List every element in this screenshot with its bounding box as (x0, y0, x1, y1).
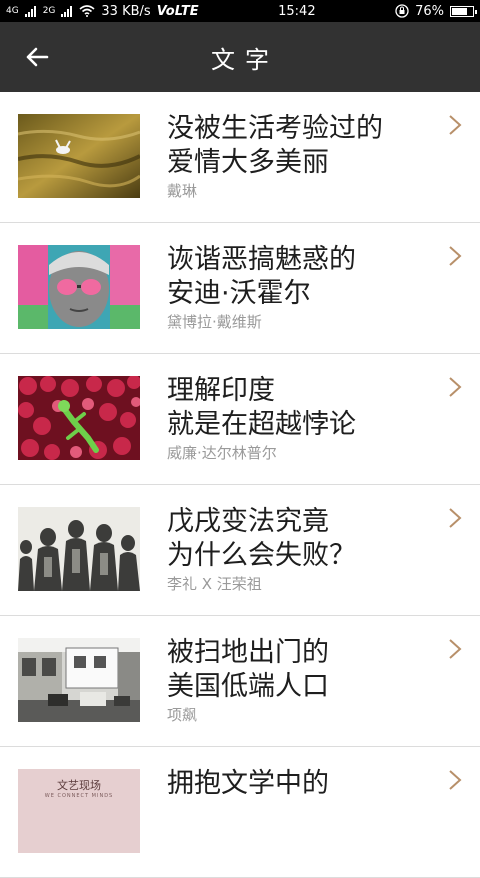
article-title: 没被生活考验过的 爱情大多美丽 (167, 113, 383, 178)
app-bar: 文字 (0, 22, 480, 92)
signal-icon (61, 5, 73, 17)
status-bar: 4G 2G 33 KB/s VoLTE 15:42 76% (0, 0, 480, 22)
status-right: 76% (395, 3, 477, 19)
article-thumbnail (18, 245, 140, 329)
article-author: 威廉·达尔林普尔 (167, 444, 277, 462)
article-title: 被扫地出门的 美国低端人口 (167, 637, 329, 702)
article-title: 戊戌变法究竟 为什么会失败？ (167, 506, 356, 571)
article-item[interactable]: 文艺现场 WE CONNECT MINDS 拥抱文学中的 (0, 747, 480, 878)
chevron-right-icon (449, 377, 462, 397)
battery-percent: 76% (415, 3, 444, 19)
article-item[interactable]: 没被生活考验过的 爱情大多美丽 戴琳 (0, 92, 480, 223)
article-title: 诙谐恶搞魅惑的 安迪·沃霍尔 (167, 244, 356, 309)
chevron-right-icon (449, 508, 462, 528)
article-thumbnail (18, 114, 140, 198)
status-left: 4G 2G 33 KB/s VoLTE (6, 4, 199, 19)
thumb-caption: 文艺现场 (57, 779, 101, 792)
volte-label: VoLTE (156, 3, 199, 19)
network-speed: 33 KB/s (101, 3, 151, 19)
arrow-left-icon (26, 47, 49, 67)
battery-icon (450, 5, 477, 17)
article-author: 项飙 (167, 706, 198, 724)
article-author: 李礼 X 汪荣祖 (167, 575, 262, 593)
lock-rotation-icon (395, 4, 409, 18)
article-item[interactable]: 戊戌变法究竟 为什么会失败？ 李礼 X 汪荣祖 (0, 485, 480, 616)
signal-icon (24, 5, 36, 17)
article-list: 没被生活考验过的 爱情大多美丽 戴琳 诙谐恶搞魅惑的 安迪·沃霍尔 黛博拉·戴维… (0, 92, 480, 878)
thumb-subcaption: WE CONNECT MINDS (44, 793, 114, 799)
chevron-right-icon (449, 115, 462, 135)
article-thumbnail (18, 507, 140, 591)
wifi-icon (79, 5, 95, 17)
article-item[interactable]: 被扫地出门的 美国低端人口 项飙 (0, 616, 480, 747)
article-thumbnail (18, 376, 140, 460)
page-title: 文字 (211, 45, 279, 74)
article-thumbnail (18, 638, 140, 722)
chevron-right-icon (449, 246, 462, 266)
article-thumbnail: 文艺现场 WE CONNECT MINDS (18, 769, 140, 853)
article-item[interactable]: 理解印度 就是在超越悖论 威廉·达尔林普尔 (0, 354, 480, 485)
network-2g-label: 2G (42, 5, 56, 16)
network-4g-label: 4G (6, 5, 19, 16)
article-title: 拥抱文学中的 (167, 768, 329, 799)
clock: 15:42 (278, 3, 316, 19)
article-title: 理解印度 就是在超越悖论 (167, 375, 356, 440)
article-author: 戴琳 (167, 182, 198, 200)
article-author: 黛博拉·戴维斯 (167, 313, 262, 331)
chevron-right-icon (449, 770, 462, 790)
back-button[interactable] (22, 44, 52, 70)
chevron-right-icon (449, 639, 462, 659)
article-item[interactable]: 诙谐恶搞魅惑的 安迪·沃霍尔 黛博拉·戴维斯 (0, 223, 480, 354)
